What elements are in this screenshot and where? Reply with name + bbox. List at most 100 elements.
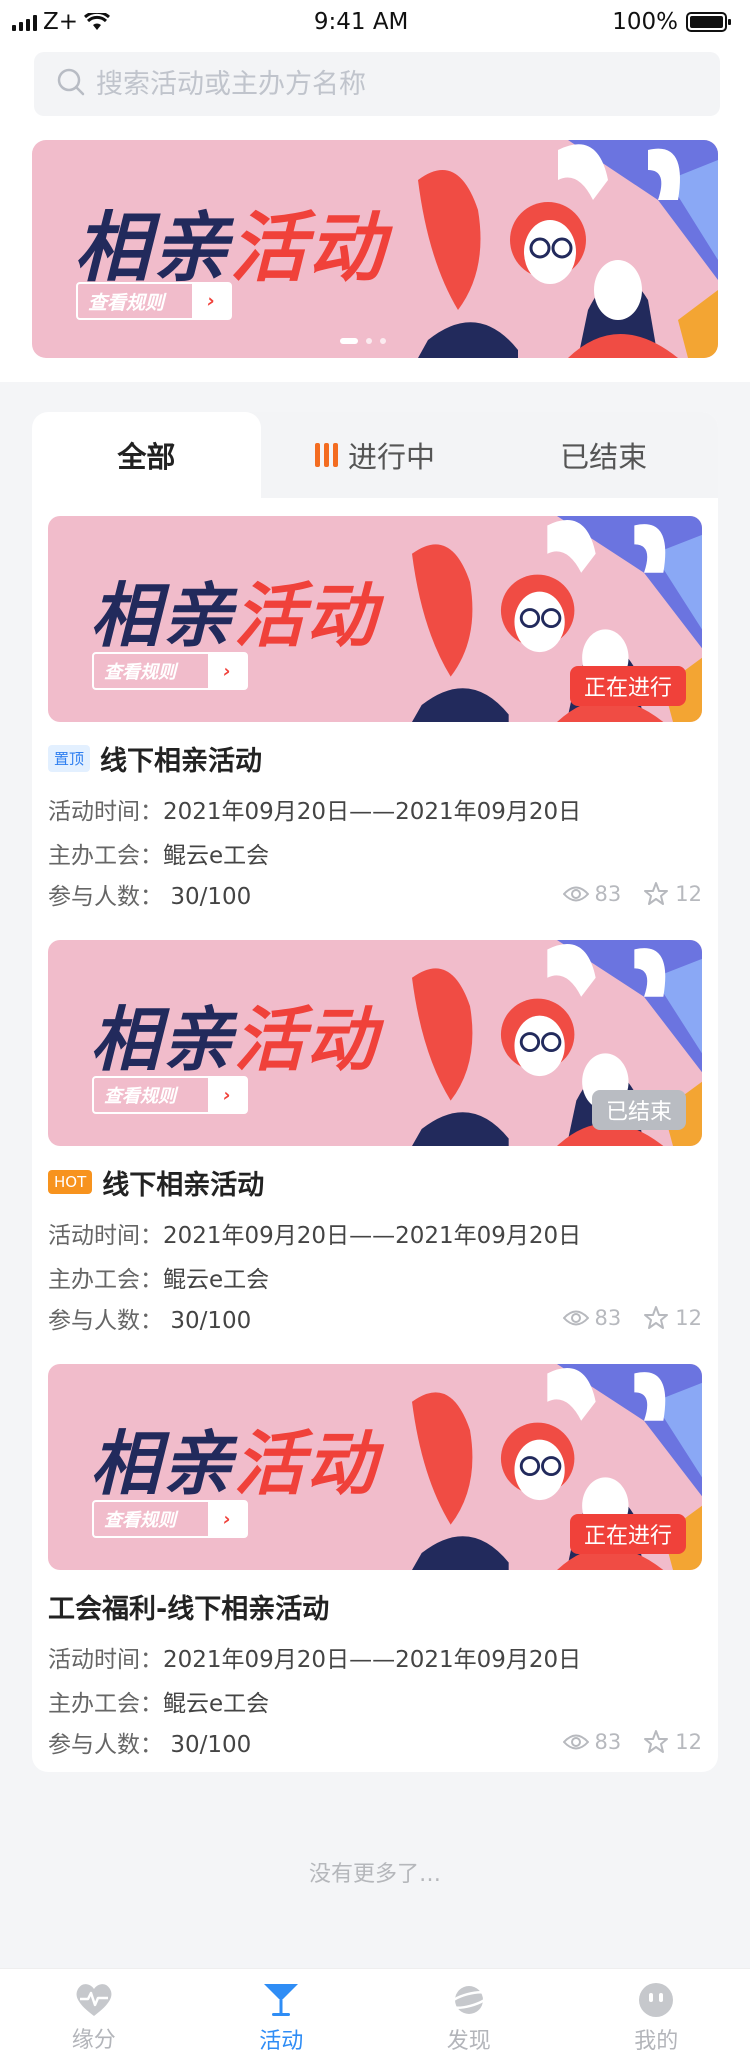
tab-ongoing-label: 进行中 xyxy=(348,440,436,474)
time-value: 2021年09月20日——2021年09月20日 xyxy=(163,799,582,825)
banner-title-part-2: 活动 xyxy=(230,203,386,292)
activity-organizer: 主办工会： 鲲云e工会 xyxy=(48,1684,702,1717)
time-label: 活动时间： xyxy=(48,1223,163,1249)
pagination-dot-active[interactable] xyxy=(340,338,358,344)
activity-title-row: 置顶 线下相亲活动 xyxy=(48,739,702,778)
view-rules-label: 查看规则 xyxy=(104,1086,176,1107)
organizer-value: 鲲云e工会 xyxy=(163,1267,270,1293)
banner-title-part-1: 相亲 xyxy=(74,203,230,292)
cocktail-icon xyxy=(264,1983,299,2016)
favorites-stat[interactable]: 12 xyxy=(643,1305,702,1331)
activity-title-row: HOT 线下相亲活动 xyxy=(48,1163,702,1202)
banner-title-part-1: 相亲 xyxy=(90,999,234,1081)
ongoing-bars-icon xyxy=(315,443,338,467)
activity-item[interactable]: 相亲 活动 查看规则 › xyxy=(48,1364,702,1758)
activity-time: 活动时间： 2021年09月20日——2021年09月20日 xyxy=(48,1216,702,1249)
no-more-text: 没有更多了… xyxy=(308,1862,441,1887)
views-stat: 83 xyxy=(562,882,622,906)
banner-title: 相亲 活动 xyxy=(74,186,386,296)
tabbar-item-activity[interactable]: 活动 xyxy=(188,1969,376,2066)
banner-title-part-2: 活动 xyxy=(234,1423,378,1505)
search-input[interactable] xyxy=(96,68,696,100)
activity-stats: 83 12 xyxy=(562,1305,702,1331)
tabbar-label-activity: 活动 xyxy=(259,2028,304,2054)
activity-title[interactable]: 工会福利-线下相亲活动 xyxy=(48,1587,329,1626)
view-rules-label: 查看规则 xyxy=(104,662,176,683)
tab-ended-label: 已结束 xyxy=(560,440,648,474)
status-bar: Z+ 9:41 AM 100% xyxy=(0,0,750,44)
star-icon[interactable] xyxy=(643,881,669,907)
eye-icon xyxy=(562,1310,589,1326)
view-rules-button[interactable]: 查看规则 › xyxy=(92,1076,248,1114)
organizer-label: 主办工会： xyxy=(48,1691,163,1717)
signal-icon xyxy=(12,13,37,31)
participants-value: 30/100 xyxy=(170,884,252,910)
chevron-right-icon: › xyxy=(208,1502,246,1536)
view-rules-button[interactable]: 查看规则 › xyxy=(92,652,248,690)
activity-title[interactable]: 线下相亲活动 xyxy=(102,1163,264,1202)
favorites-stat[interactable]: 12 xyxy=(643,1729,702,1755)
chevron-right-icon: › xyxy=(208,654,246,688)
battery-percent: 100% xyxy=(612,9,678,35)
hot-badge: HOT xyxy=(48,1170,93,1194)
activity-participants-row: 参与人数： 30/100 83 12 xyxy=(48,1304,702,1334)
activity-banner-image[interactable]: 相亲 活动 查看规则 › xyxy=(48,516,702,722)
views-count: 83 xyxy=(594,882,622,906)
star-icon[interactable] xyxy=(643,1305,669,1331)
activity-organizer: 主办工会： 鲲云e工会 xyxy=(48,1260,702,1293)
view-rules-button[interactable]: 查看规则 › xyxy=(76,282,232,320)
view-rules-button[interactable]: 查看规则 › xyxy=(92,1500,248,1538)
views-stat: 83 xyxy=(562,1730,622,1754)
activity-title-row: 工会福利-线下相亲活动 xyxy=(48,1587,702,1626)
tabbar-label-discover: 发现 xyxy=(446,2028,491,2054)
activity-time: 活动时间： 2021年09月20日——2021年09月20日 xyxy=(48,792,702,825)
views-count: 83 xyxy=(594,1730,622,1754)
banner-title-part-2: 活动 xyxy=(234,999,378,1081)
eye-icon xyxy=(562,886,589,902)
participants-label: 参与人数： xyxy=(48,1732,163,1758)
search-icon xyxy=(56,67,86,101)
tabbar-item-fate[interactable]: 缘分 xyxy=(0,1969,188,2066)
view-rules-label: 查看规则 xyxy=(104,1510,176,1531)
pagination-dot[interactable] xyxy=(380,338,386,344)
tabbar-item-mine[interactable]: 我的 xyxy=(563,1969,750,2066)
banner-artwork: 相亲 活动 查看规则 › xyxy=(32,140,718,358)
time-value: 2021年09月20日——2021年09月20日 xyxy=(163,1223,582,1249)
activity-item[interactable]: 相亲 活动 查看规则 › xyxy=(48,516,702,910)
star-icon[interactable] xyxy=(643,1729,669,1755)
search-bar[interactable] xyxy=(34,52,720,116)
participants-value: 30/100 xyxy=(170,1308,252,1334)
banner-title-part-1: 相亲 xyxy=(90,1423,234,1505)
favorites-count: 12 xyxy=(675,1306,702,1330)
tabbar-item-discover[interactable]: 发现 xyxy=(375,1969,563,2066)
status-left: Z+ xyxy=(12,9,111,35)
couple-illustration xyxy=(418,140,718,358)
activity-item[interactable]: 相亲 活动 查看规则 › xyxy=(48,940,702,1334)
activity-banner-image[interactable]: 相亲 活动 查看规则 › xyxy=(48,940,702,1146)
favorites-stat[interactable]: 12 xyxy=(643,881,702,907)
view-rules-label: 查看规则 xyxy=(88,291,165,314)
activity-list-card: 全部 进行中 已结束 相亲 活动 查看规则 › 正在进行 置顶 线下相亲活动 活… xyxy=(32,412,718,1772)
organizer-label: 主办工会： xyxy=(48,1267,163,1293)
activity-stats: 83 12 xyxy=(562,881,702,907)
pinned-badge: 置顶 xyxy=(48,744,91,772)
status-badge: 正在进行 xyxy=(569,1514,686,1554)
pagination-dot[interactable] xyxy=(366,338,372,344)
banner-title-part-1: 相亲 xyxy=(90,575,234,657)
tab-ended[interactable]: 已结束 xyxy=(489,412,718,498)
status-right: 100% xyxy=(612,9,732,35)
participants-label: 参与人数： xyxy=(48,1308,163,1334)
tab-all[interactable]: 全部 xyxy=(32,412,261,498)
views-count: 83 xyxy=(594,1306,622,1330)
activity-organizer: 主办工会： 鲲云e工会 xyxy=(48,836,702,869)
activity-banner-image[interactable]: 相亲 活动 查看规则 › xyxy=(48,1364,702,1570)
tab-ongoing[interactable]: 进行中 xyxy=(261,412,490,498)
activity-title[interactable]: 线下相亲活动 xyxy=(100,739,262,778)
activity-participants-row: 参与人数： 30/100 83 12 xyxy=(48,880,702,910)
chevron-right-icon: › xyxy=(208,1078,246,1112)
participants-label: 参与人数： xyxy=(48,884,163,910)
time-label: 活动时间： xyxy=(48,799,163,825)
top-banner[interactable]: 相亲 活动 查看规则 › xyxy=(32,140,718,358)
banner-title: 相亲 活动 xyxy=(90,1408,378,1509)
bottom-tab-bar: 缘分 活动 发现 我的 xyxy=(0,1968,750,2066)
